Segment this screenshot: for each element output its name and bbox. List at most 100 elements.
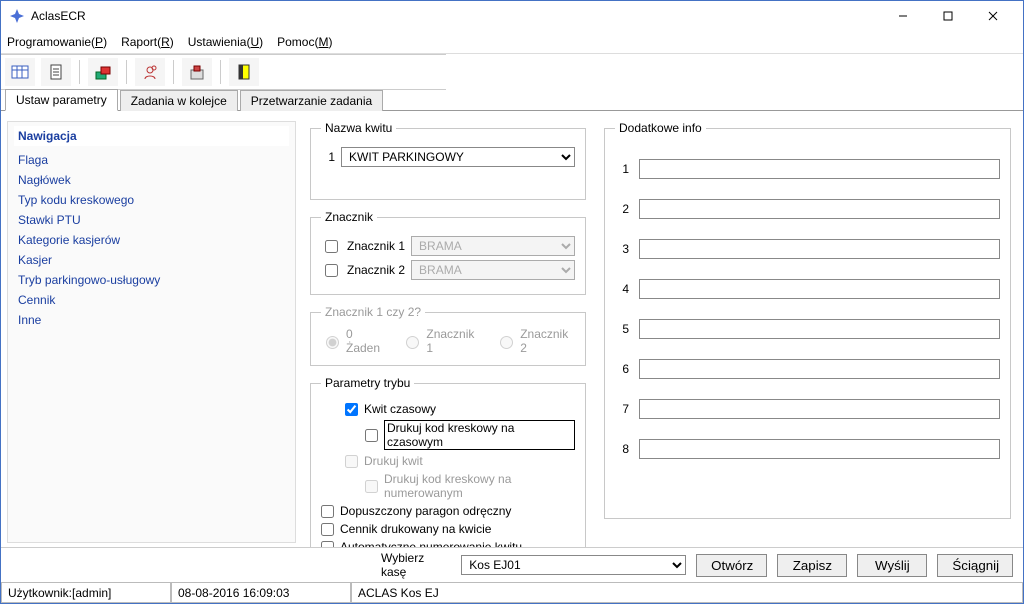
lbl-drukuj-kwit: Drukuj kwit [364,454,423,468]
legend-zn12: Znacznik 1 czy 2? [321,305,425,319]
nazwa-kwitu-select[interactable]: KWIT PARKINGOWY [341,147,575,167]
addl-input-6[interactable] [639,359,1000,379]
chk-cennik[interactable] [321,523,334,536]
addl-label-3: 3 [615,242,629,256]
addl-label-2: 2 [615,202,629,216]
toolbar [1,55,446,89]
legend-dodatkowe: Dodatkowe info [615,121,706,135]
addl-input-2[interactable] [639,199,1000,219]
toolbar-btn-6[interactable] [229,58,259,86]
right-column: Dodatkowe info 1 2 3 4 5 6 7 8 [602,121,1013,543]
body-area: Nawigacja Flaga Nagłówek Typ kodu kresko… [1,111,1023,547]
sidebar-header: Nawigacja [14,126,289,146]
app-window: AclasECR Programowanie(P) Raport(R) Usta… [0,0,1024,604]
toolbar-sep2 [126,60,127,84]
addl-input-8[interactable] [639,439,1000,459]
radio-0-input [326,336,339,349]
app-title: AclasECR [31,9,880,23]
tabstrip: Ustaw parametry Zadania w kolejce Przetw… [1,88,1023,111]
sidebar-item-inne[interactable]: Inne [14,310,289,330]
sidebar-item-cennik[interactable]: Cennik [14,290,289,310]
maximize-button[interactable] [925,2,970,30]
chk-drukuj-kwit [345,455,358,468]
tab-zadania-w-kolejce[interactable]: Zadania w kolejce [120,90,238,111]
nazwa-kwitu-index: 1 [321,150,335,164]
toolbar-btn-4[interactable] [135,58,165,86]
menu-settings[interactable]: Ustawienia(U) [188,35,263,49]
znacznik2-select[interactable]: BRAMA [411,260,575,280]
chk-dopuszczony[interactable] [321,505,334,518]
radio-0-zaden: 0 Żaden [321,327,387,355]
zapisz-button[interactable]: Zapisz [777,554,847,577]
titlebar: AclasECR [1,1,1023,31]
lbl-dopuszczony: Dopuszczony paragon odręczny [340,504,511,518]
chk-drukuj-kod-czas[interactable] [365,429,378,442]
sidebar-item-typ-kodu[interactable]: Typ kodu kreskowego [14,190,289,210]
otworz-button[interactable]: Otwórz [696,554,767,577]
toolbar-sep [79,60,80,84]
znacznik1-checkbox[interactable] [325,240,338,253]
sidebar-item-kasjer[interactable]: Kasjer [14,250,289,270]
znacznik2-checkbox[interactable] [325,264,338,277]
znacznik1-select[interactable]: BRAMA [411,236,575,256]
toolbar-sep3 [173,60,174,84]
group-nazwa-kwitu: Nazwa kwitu 1 KWIT PARKINGOWY [310,121,586,200]
sidebar-item-naglowek[interactable]: Nagłówek [14,170,289,190]
tab-ustaw-parametry[interactable]: Ustaw parametry [5,89,118,111]
addl-label-8: 8 [615,442,629,456]
addl-label-4: 4 [615,282,629,296]
lbl-auto-num: Automatyczne numerowanie kwitu [340,540,522,547]
radio-zn2: Znacznik 2 [495,327,575,355]
addl-input-3[interactable] [639,239,1000,259]
menubar: Programowanie(P) Raport(R) Ustawienia(U)… [1,31,1023,54]
wybierz-kase-label: Wybierz kasę [381,551,451,579]
znacznik2-label: Znacznik 2 [347,263,405,277]
menu-help[interactable]: Pomoc(M) [277,35,332,49]
legend-znacznik: Znacznik [321,210,377,224]
toolbar-btn-5[interactable] [182,58,212,86]
close-button[interactable] [970,2,1015,30]
lbl-drukuj-kod-czas: Drukuj kod kreskowy na czasowym [384,420,575,450]
tab-przetwarzanie-zadania[interactable]: Przetwarzanie zadania [240,90,383,111]
wyslij-button[interactable]: Wyślij [857,554,927,577]
addl-input-1[interactable] [639,159,1000,179]
sidebar-item-stawki-ptu[interactable]: Stawki PTU [14,210,289,230]
radio-1-input [406,336,419,349]
lbl-kwit-czasowy: Kwit czasowy [364,402,436,416]
addl-input-5[interactable] [639,319,1000,339]
sidebar: Nawigacja Flaga Nagłówek Typ kodu kresko… [7,121,296,543]
group-znacznik-1-czy-2: Znacznik 1 czy 2? 0 Żaden Znacznik 1 Zna… [310,305,586,366]
status-datetime: 08-08-2016 16:09:03 [171,583,351,603]
menu-programming[interactable]: Programowanie(P) [7,35,107,49]
addl-label-6: 6 [615,362,629,376]
addl-input-7[interactable] [639,399,1000,419]
legend-nazwa-kwitu: Nazwa kwitu [321,121,396,135]
toolbar-btn-3[interactable] [88,58,118,86]
menu-report[interactable]: Raport(R) [121,35,174,49]
group-parametry-trybu: Parametry trybu Kwit czasowy Drukuj kod … [310,376,586,547]
toolbar-btn-1[interactable] [5,58,35,86]
minimize-button[interactable] [880,2,925,30]
lbl-cennik: Cennik drukowany na kwicie [340,522,491,536]
sciagnij-button[interactable]: Ściągnij [937,554,1013,577]
addl-label-1: 1 [615,162,629,176]
status-user: Użytkownik:[admin] [1,583,171,603]
status-device: ACLAS Kos EJ [351,583,1023,603]
radio-2-input [500,336,513,349]
wybierz-kase-select[interactable]: Kos EJ01 [461,555,686,575]
addl-input-4[interactable] [639,279,1000,299]
chk-drukuj-kod-num [365,480,378,493]
sidebar-item-tryb-parkingowo[interactable]: Tryb parkingowo-usługowy [14,270,289,290]
main-panel: Nazwa kwitu 1 KWIT PARKINGOWY Znacznik Z… [308,121,1013,543]
radio-zn1: Znacznik 1 [401,327,481,355]
addl-label-7: 7 [615,402,629,416]
sidebar-item-kategorie-kasjerow[interactable]: Kategorie kasjerów [14,230,289,250]
toolbar-btn-2[interactable] [41,58,71,86]
lbl-drukuj-kod-num: Drukuj kod kreskowy na numerowanym [384,472,575,500]
statusbar: Użytkownik:[admin] 08-08-2016 16:09:03 A… [1,582,1023,603]
legend-parametry: Parametry trybu [321,376,414,390]
sidebar-item-flaga[interactable]: Flaga [14,150,289,170]
chk-kwit-czasowy[interactable] [345,403,358,416]
left-column: Nazwa kwitu 1 KWIT PARKINGOWY Znacznik Z… [308,121,588,543]
window-controls [880,2,1015,30]
